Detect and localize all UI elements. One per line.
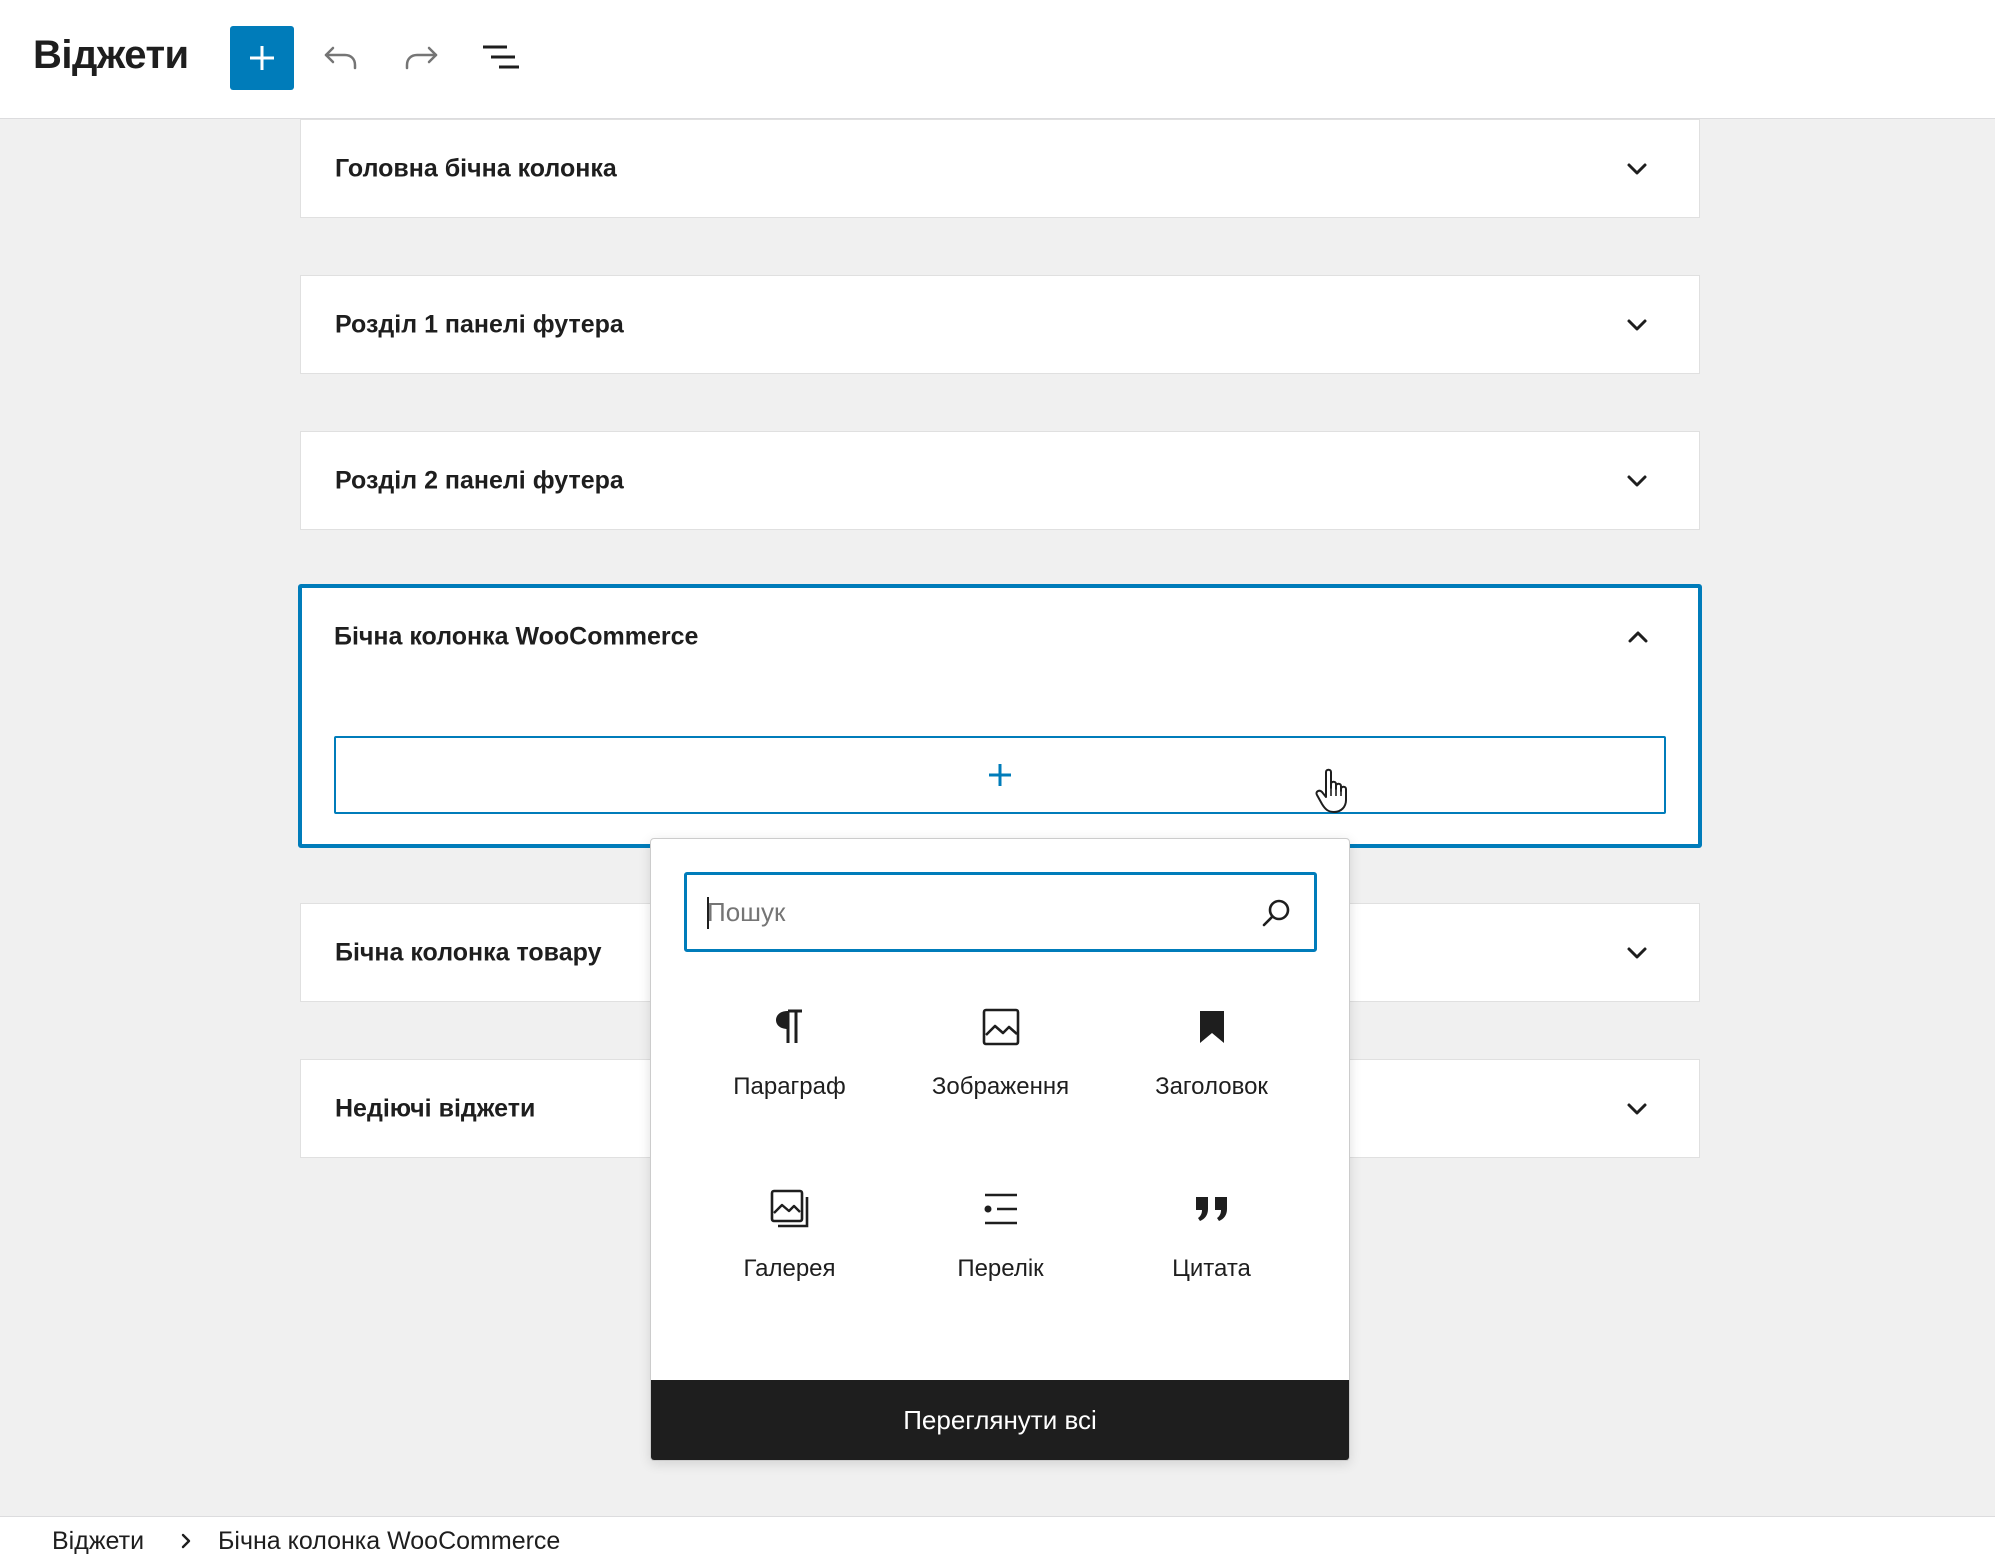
search-field[interactable] bbox=[684, 872, 1317, 952]
block-paragraph[interactable]: Параграф bbox=[684, 989, 895, 1171]
quote-icon bbox=[1188, 1185, 1236, 1233]
add-block-button[interactable] bbox=[230, 26, 294, 90]
block-list: Параграф Зображення Заголовок Галерея Пе… bbox=[684, 989, 1317, 1353]
bookmark-icon bbox=[1188, 1003, 1236, 1051]
widget-area-title: Недіючі віджети bbox=[335, 1094, 536, 1122]
plus-icon bbox=[989, 764, 1011, 786]
block-inserter-popover: Параграф Зображення Заголовок bbox=[650, 838, 1350, 1461]
image-icon bbox=[977, 1003, 1025, 1051]
widget-area-header[interactable]: Бічна колонка WooCommerce bbox=[302, 588, 1698, 686]
breadcrumb: Віджети Бічна колонка WooCommerce bbox=[0, 1516, 1995, 1565]
hand-cursor-icon bbox=[1315, 768, 1347, 813]
search-icon bbox=[1262, 899, 1290, 927]
block-label: Цитата bbox=[1172, 1255, 1251, 1282]
block-appender-button[interactable] bbox=[334, 736, 1666, 814]
top-toolbar: Віджети bbox=[0, 0, 1995, 119]
widget-area-title: Розділ 1 панелі футера bbox=[335, 310, 624, 338]
widget-area-woocommerce-sidebar[interactable]: Бічна колонка WooCommerce bbox=[298, 584, 1702, 848]
chevron-right-icon bbox=[181, 1533, 191, 1549]
breadcrumb-item-widgets[interactable]: Віджети bbox=[52, 1527, 144, 1556]
undo-icon bbox=[324, 46, 357, 70]
block-heading[interactable]: Заголовок bbox=[1106, 989, 1317, 1171]
text-caret bbox=[707, 897, 709, 929]
block-quote[interactable]: Цитата bbox=[1106, 1171, 1317, 1353]
page-title: Віджети bbox=[33, 33, 189, 77]
widget-area-title: Розділ 2 панелі футера bbox=[335, 466, 624, 494]
block-list[interactable]: Перелік bbox=[895, 1171, 1106, 1353]
paragraph-icon bbox=[766, 1003, 814, 1051]
chevron-up-icon[interactable] bbox=[1624, 623, 1652, 651]
gallery-icon bbox=[766, 1185, 814, 1233]
block-label: Галерея bbox=[743, 1255, 836, 1282]
redo-button[interactable] bbox=[398, 35, 444, 81]
plus-icon bbox=[250, 46, 274, 70]
list-icon bbox=[977, 1185, 1025, 1233]
widget-area-title: Бічна колонка WooCommerce bbox=[334, 622, 699, 651]
block-label: Заголовок bbox=[1155, 1073, 1268, 1100]
redo-icon bbox=[405, 46, 438, 70]
widget-area-main-sidebar[interactable]: Головна бічна колонка bbox=[300, 119, 1700, 218]
widget-area-footer-2[interactable]: Розділ 2 панелі футера bbox=[300, 431, 1700, 530]
block-label: Зображення bbox=[931, 1073, 1070, 1100]
chevron-down-icon[interactable] bbox=[1623, 155, 1651, 183]
chevron-down-icon[interactable] bbox=[1623, 1095, 1651, 1123]
block-gallery[interactable]: Галерея bbox=[684, 1171, 895, 1353]
list-view-icon bbox=[483, 45, 519, 69]
breadcrumb-item-woocommerce-sidebar[interactable]: Бічна колонка WooCommerce bbox=[218, 1527, 560, 1556]
widget-area-title: Головна бічна колонка bbox=[335, 154, 617, 182]
undo-button[interactable] bbox=[318, 35, 364, 81]
widget-area-footer-1[interactable]: Розділ 1 панелі футера bbox=[300, 275, 1700, 374]
chevron-down-icon[interactable] bbox=[1623, 467, 1651, 495]
list-view-button[interactable] bbox=[478, 35, 524, 81]
search-input[interactable] bbox=[707, 875, 1247, 949]
chevron-down-icon[interactable] bbox=[1623, 311, 1651, 339]
block-label: Параграф bbox=[733, 1073, 846, 1100]
browse-all-button[interactable]: Переглянути всі bbox=[651, 1380, 1349, 1460]
widget-area-title: Бічна колонка товару bbox=[335, 938, 602, 966]
block-image[interactable]: Зображення bbox=[895, 989, 1106, 1171]
chevron-down-icon[interactable] bbox=[1623, 939, 1651, 967]
block-label: Перелік bbox=[957, 1255, 1044, 1282]
